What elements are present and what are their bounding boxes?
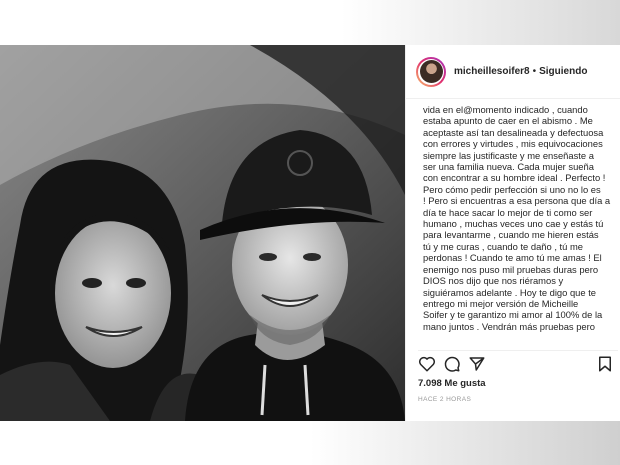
avatar-ring <box>418 58 444 85</box>
heart-icon[interactable] <box>418 355 436 373</box>
caption-line: ! Pero si encuentras a esa persona que d… <box>423 195 611 207</box>
avatar[interactable] <box>416 56 446 87</box>
caption-line: Soifer y te garantizo mi amor al 100% de… <box>423 309 603 321</box>
caption-line: día te hace sacar lo mejor de ti como se… <box>423 206 593 218</box>
caption-line: entrego mi mejor versión de Micheille <box>423 297 579 309</box>
post-timestamp: HACE 2 HORAS <box>418 396 472 403</box>
page-background-top <box>0 0 620 45</box>
comment-icon[interactable] <box>443 355 461 373</box>
following-button[interactable]: Siguiendo <box>539 66 587 77</box>
post-sidebar: micheillesoifer8 • Siguiendo vida en el@… <box>405 45 620 421</box>
username-link[interactable]: micheillesoifer8 <box>454 66 530 77</box>
caption-line: perdonas ! Cuando te amo tú me amas ! El <box>423 252 602 264</box>
avatar-image <box>419 60 443 83</box>
caption-line: para levantarme , cuando me hieren estás <box>423 229 599 241</box>
likes-count[interactable]: 7.098 Me gusta <box>418 378 486 389</box>
caption-line: humano , muchas veces uno cae y estás tú <box>423 218 604 230</box>
caption-line: vida en el@momento indicado , cuando <box>423 104 588 115</box>
caption-line: con errores y virtudes , mis equivocacio… <box>423 138 603 150</box>
post-photo[interactable] <box>0 45 405 421</box>
caption-line: tú y me curas , cuando te daño , tú me <box>423 240 583 252</box>
share-icon[interactable] <box>468 355 486 373</box>
caption-line: enemigo nos puso mil pruebas duras pero <box>423 263 599 275</box>
caption-line: DIOS nos dijo que nos riéramos y <box>423 275 564 287</box>
caption-line: con encontrar a su hombre ideal . Perfec… <box>423 172 606 184</box>
separator-dot: • <box>532 66 537 77</box>
action-bar <box>418 350 618 372</box>
caption-line: estaba apunto de caer en el abismo . Me <box>423 115 593 127</box>
caption-text: vida en el@momento indicado , cuando est… <box>423 104 618 353</box>
page-background-bottom <box>0 421 620 465</box>
caption-line: mano juntos . Vendrán más pruebas pero <box>423 320 595 332</box>
caption-line: ser una familia nueva. Cada mujer sueña <box>423 161 594 173</box>
caption-line: Pero cómo pedir perfección si uno no lo … <box>423 183 601 195</box>
couple-selfie-photo <box>0 45 405 421</box>
caption-line: siguiéramos adelante . Hoy te digo que t… <box>423 286 597 298</box>
caption-line: aceptaste así tan desalineada y defectuo… <box>423 126 604 138</box>
instagram-post: micheillesoifer8 • Siguiendo vida en el@… <box>0 45 620 421</box>
post-header: micheillesoifer8 • Siguiendo <box>406 45 620 99</box>
caption-line: siempre las justificaste y me enseñaste … <box>423 149 594 161</box>
bookmark-icon[interactable] <box>596 355 614 373</box>
